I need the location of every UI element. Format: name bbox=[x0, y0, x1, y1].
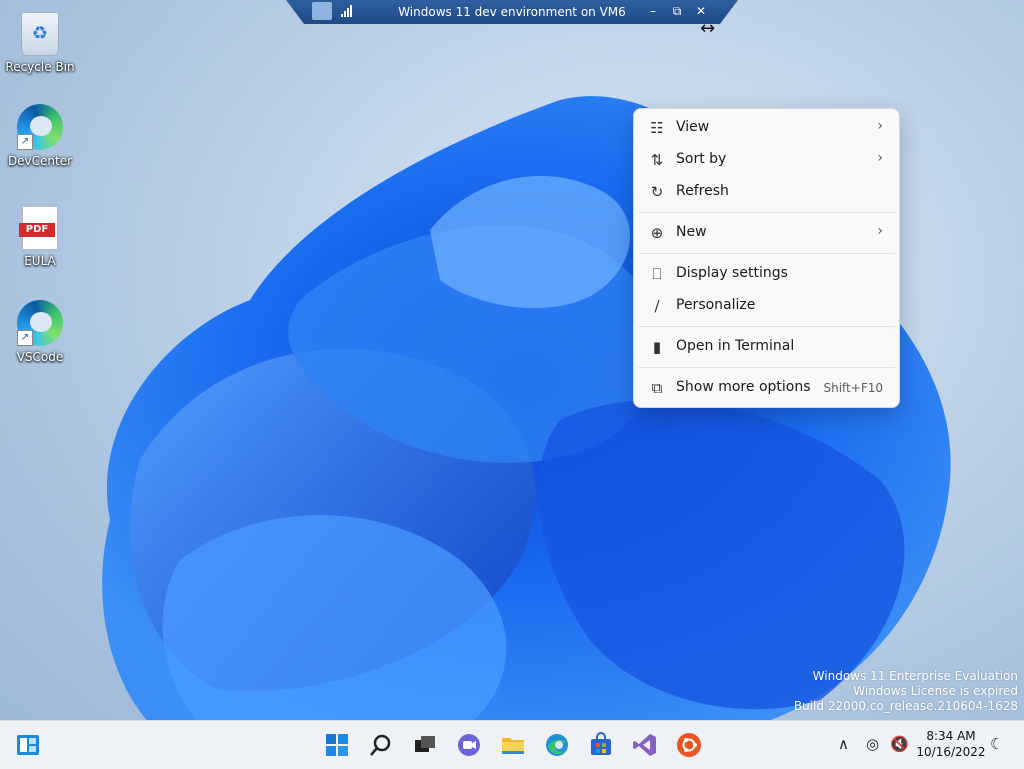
menu-item-new[interactable]: ⊕ New › bbox=[638, 218, 895, 248]
recycle-bin-icon: ♻ bbox=[21, 12, 59, 56]
menu-item-label: Refresh bbox=[676, 183, 729, 199]
clock[interactable]: 8:34 AM 10/16/2022 bbox=[916, 728, 986, 760]
desktop-icon-label: Recycle Bin bbox=[5, 60, 75, 74]
desktop-icon-vscode[interactable]: ↗ VSCode bbox=[0, 300, 80, 364]
chevron-right-icon: › bbox=[877, 150, 883, 166]
desktop-icon-eula[interactable]: PDF EULA bbox=[0, 206, 80, 268]
chat-icon[interactable] bbox=[455, 731, 483, 759]
desktop-icon-label: VSCode bbox=[16, 350, 64, 364]
display-settings-icon: ⎕ bbox=[652, 265, 662, 283]
desktop-icon-label: DevCenter bbox=[7, 154, 73, 168]
focus-assist-moon-icon[interactable]: ☾ bbox=[990, 735, 1003, 753]
edge-icon: ↗ bbox=[17, 300, 63, 346]
menu-item-label: Display settings bbox=[676, 265, 788, 281]
shortcut-arrow-icon: ↗ bbox=[17, 330, 33, 346]
view-grid-icon: ☷ bbox=[650, 119, 664, 137]
menu-item-label: New bbox=[676, 224, 707, 240]
menu-item-label: Sort by bbox=[676, 151, 727, 167]
desktop-icon-label: EULA bbox=[24, 254, 56, 268]
terminal-icon: ▮ bbox=[652, 338, 662, 356]
desktop-context-menu: ☷ View › ⇅ Sort by › ↻ Refresh ⊕ New › ⎕… bbox=[633, 108, 900, 408]
desktop-icon-recycle-bin[interactable]: ♻ Recycle Bin bbox=[0, 12, 80, 74]
more-options-icon: ⧉ bbox=[651, 379, 663, 397]
network-icon[interactable]: ◎ bbox=[866, 735, 879, 753]
edge-icon[interactable] bbox=[543, 731, 571, 759]
menu-separator bbox=[638, 326, 895, 327]
file-explorer-icon[interactable] bbox=[499, 731, 527, 759]
menu-separator bbox=[638, 253, 895, 254]
menu-separator bbox=[638, 212, 895, 213]
pdf-badge: PDF bbox=[19, 223, 55, 237]
menu-item-refresh[interactable]: ↻ Refresh bbox=[638, 177, 895, 207]
watermark-line: Windows License is expired bbox=[853, 684, 1018, 698]
resize-cursor-icon: ↔ bbox=[700, 18, 716, 39]
minimize-button[interactable]: – bbox=[646, 3, 660, 19]
restore-button[interactable]: ⧉ bbox=[670, 3, 684, 19]
task-view-icon[interactable] bbox=[411, 731, 439, 759]
refresh-icon: ↻ bbox=[650, 183, 664, 201]
pdf-icon: PDF bbox=[19, 206, 58, 250]
menu-item-label: Show more options bbox=[676, 379, 811, 395]
watermark-line: Build 22000.co_release.210604-1628 bbox=[793, 699, 1018, 713]
watermark-line: Windows 11 Enterprise Evaluation bbox=[812, 669, 1018, 683]
menu-item-show-more-options[interactable]: ⧉ Show more options Shift+F10 bbox=[638, 373, 895, 403]
menu-item-open-terminal[interactable]: ▮ Open in Terminal bbox=[638, 332, 895, 362]
menu-item-label: Personalize bbox=[676, 297, 756, 313]
chevron-right-icon: › bbox=[877, 118, 883, 134]
ubuntu-icon[interactable] bbox=[675, 731, 703, 759]
menu-item-view[interactable]: ☷ View › bbox=[638, 113, 895, 143]
new-plus-icon: ⊕ bbox=[650, 224, 664, 242]
brush-icon: ∕ bbox=[654, 297, 660, 315]
chevron-up-icon[interactable]: ∧ bbox=[838, 735, 849, 753]
clock-date: 10/16/2022 bbox=[916, 745, 986, 759]
visual-studio-icon[interactable] bbox=[631, 731, 659, 759]
clock-time: 8:34 AM bbox=[926, 729, 976, 743]
license-watermark: Windows 11 Enterprise Evaluation Windows… bbox=[794, 669, 1018, 714]
sort-icon: ⇅ bbox=[650, 151, 664, 169]
store-icon[interactable] bbox=[587, 731, 615, 759]
menu-separator bbox=[638, 367, 895, 368]
menu-item-label: View bbox=[676, 119, 710, 135]
vm-connection-bar: Windows 11 dev environment on VM6 – ⧉ ✕ bbox=[286, 0, 738, 24]
taskbar: ∧ ◎ 🔇 8:34 AM 10/16/2022 ☾ bbox=[0, 720, 1024, 769]
widgets-icon[interactable] bbox=[14, 731, 42, 759]
menu-item-personalize[interactable]: ∕ Personalize bbox=[638, 291, 895, 321]
start-icon[interactable] bbox=[323, 731, 351, 759]
shortcut-hint: Shift+F10 bbox=[823, 381, 883, 395]
close-button[interactable]: ✕ bbox=[694, 3, 708, 19]
menu-item-label: Open in Terminal bbox=[676, 338, 795, 354]
menu-item-sort-by[interactable]: ⇅ Sort by › bbox=[638, 145, 895, 175]
chevron-right-icon: › bbox=[877, 223, 883, 239]
desktop-icon-devcenter[interactable]: ↗ DevCenter bbox=[0, 104, 80, 168]
shortcut-arrow-icon: ↗ bbox=[17, 134, 33, 150]
search-icon[interactable] bbox=[367, 731, 395, 759]
volume-muted-icon[interactable]: 🔇 bbox=[890, 735, 909, 753]
menu-item-display-settings[interactable]: ⎕ Display settings bbox=[638, 259, 895, 289]
edge-icon: ↗ bbox=[17, 104, 63, 150]
